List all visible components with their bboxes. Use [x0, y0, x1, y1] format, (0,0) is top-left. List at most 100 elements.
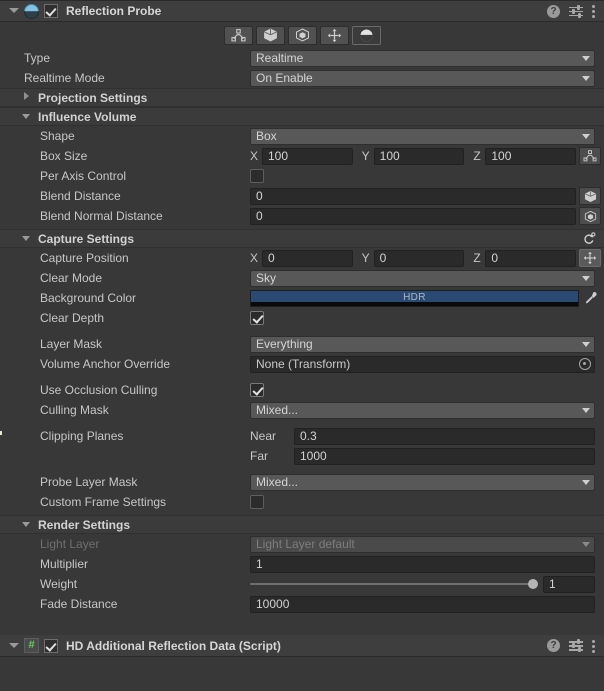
- chevron-down-icon: [582, 480, 590, 485]
- blend-normal-distance-edit-icon[interactable]: [288, 26, 317, 45]
- chevron-down-icon: [582, 56, 590, 61]
- axis-label-x: X: [250, 251, 262, 265]
- volume-anchor-override-objectfield[interactable]: None (Transform): [250, 356, 595, 373]
- row-probe-layer-mask: Probe Layer Mask Mixed...: [0, 472, 604, 492]
- capture-position-y-input[interactable]: 0: [374, 250, 465, 267]
- field-background-color: HDR: [250, 290, 604, 307]
- component-enabled-checkbox[interactable]: [44, 4, 58, 18]
- label-volume-anchor-override: Volume Anchor Override: [0, 357, 250, 371]
- help-icon[interactable]: ?: [547, 5, 560, 18]
- section-influence-volume[interactable]: Influence Volume: [0, 107, 604, 126]
- preset-icon[interactable]: [569, 639, 583, 652]
- label-far: Far: [250, 449, 294, 463]
- chevron-down-icon: [582, 542, 590, 547]
- field-clipping-planes-near: Near 0.3: [250, 428, 604, 445]
- shape-dropdown[interactable]: Box: [250, 128, 595, 145]
- box-size-z-input[interactable]: 100: [485, 148, 576, 165]
- kebab-menu-icon[interactable]: [592, 639, 596, 653]
- box-size-x-input[interactable]: 100: [262, 148, 353, 165]
- axis-label-z: Z: [473, 251, 485, 265]
- field-type: Realtime: [250, 50, 604, 67]
- reflection-probe-icon: [24, 4, 39, 19]
- eyedropper-icon[interactable]: [581, 290, 601, 307]
- component-header-reflection-probe[interactable]: Reflection Probe ?: [0, 0, 604, 22]
- axis-label-y: Y: [362, 251, 374, 265]
- chevron-right-icon[interactable]: [22, 92, 33, 103]
- per-axis-control-checkbox[interactable]: [250, 169, 264, 183]
- label-near: Near: [250, 429, 294, 443]
- chevron-down-icon: [582, 134, 590, 139]
- type-dropdown-value: Realtime: [256, 51, 303, 65]
- probe-preview-icon[interactable]: [352, 26, 381, 45]
- realtime-mode-dropdown[interactable]: On Enable: [250, 70, 595, 87]
- section-render-settings[interactable]: Render Settings: [0, 515, 604, 534]
- box-size-edit-icon[interactable]: [579, 147, 601, 165]
- kebab-menu-icon[interactable]: [592, 4, 596, 18]
- object-picker-icon[interactable]: [579, 358, 591, 370]
- field-realtime-mode: On Enable: [250, 70, 604, 87]
- slider-handle[interactable]: [528, 579, 538, 589]
- box-size-y-input[interactable]: 100: [374, 148, 465, 165]
- fade-distance-input[interactable]: 10000: [250, 596, 595, 613]
- custom-frame-settings-checkbox[interactable]: [250, 495, 264, 509]
- realtime-mode-value: On Enable: [256, 71, 313, 85]
- bake-refresh-icon[interactable]: [582, 232, 596, 246]
- blend-distance-edit-icon[interactable]: [579, 187, 601, 205]
- foldout-arrow-icon[interactable]: [8, 640, 20, 652]
- multiplier-input[interactable]: 1: [250, 556, 595, 573]
- capture-position-x-group: X 0: [250, 250, 353, 267]
- clear-mode-dropdown[interactable]: Sky: [250, 270, 595, 287]
- label-clear-depth: Clear Depth: [0, 311, 250, 325]
- row-clear-mode: Clear Mode Sky: [0, 268, 604, 288]
- section-capture-settings[interactable]: Capture Settings: [0, 229, 604, 248]
- field-custom-frame-settings: [250, 495, 604, 509]
- weight-input[interactable]: 1: [543, 576, 595, 593]
- preset-icon[interactable]: [569, 5, 583, 18]
- row-clipping-planes-near: Clipping Planes Near 0.3: [0, 426, 604, 446]
- type-dropdown[interactable]: Realtime: [250, 50, 595, 67]
- blend-distance-input[interactable]: 0: [250, 188, 576, 205]
- field-culling-mask: Mixed...: [250, 402, 604, 419]
- capture-position-edit-icon[interactable]: [320, 26, 349, 45]
- component-enabled-checkbox[interactable]: [44, 639, 58, 653]
- clipping-far-input[interactable]: 1000: [294, 448, 595, 465]
- label-shape: Shape: [0, 129, 250, 143]
- capture-position-z-input[interactable]: 0: [485, 250, 576, 267]
- help-icon[interactable]: ?: [547, 639, 560, 652]
- gizmo-toolbar: [224, 26, 381, 45]
- section-projection-settings[interactable]: Projection Settings: [0, 88, 604, 107]
- blend-normal-distance-edit-icon[interactable]: [579, 207, 601, 225]
- row-clear-depth: Clear Depth: [0, 308, 604, 328]
- clear-depth-checkbox[interactable]: [250, 311, 264, 325]
- clipping-near-input[interactable]: 0.3: [294, 428, 595, 445]
- box-size-z-value: 100: [491, 149, 511, 163]
- field-clear-depth: [250, 311, 604, 325]
- use-occlusion-culling-checkbox[interactable]: [250, 383, 264, 397]
- capture-position-x-input[interactable]: 0: [262, 250, 353, 267]
- influence-volume-edit-icon[interactable]: [224, 26, 253, 45]
- layer-mask-value: Everything: [256, 337, 313, 351]
- capture-position-edit-icon[interactable]: [579, 249, 601, 267]
- script-icon: #: [24, 638, 39, 653]
- component-title: Reflection Probe: [66, 4, 161, 18]
- field-per-axis-control: [250, 169, 604, 183]
- clipping-near-value: 0.3: [300, 429, 317, 443]
- field-weight: 1: [250, 576, 604, 593]
- component-header-hd-additional-reflection-data[interactable]: # HD Additional Reflection Data (Script)…: [0, 635, 604, 657]
- blend-normal-distance-input[interactable]: 0: [250, 208, 576, 225]
- probe-layer-mask-dropdown[interactable]: Mixed...: [250, 474, 595, 491]
- field-layer-mask: Everything: [250, 336, 604, 353]
- chevron-down-icon[interactable]: [22, 111, 33, 122]
- hdr-label: HDR: [251, 292, 578, 303]
- background-color-swatch[interactable]: HDR: [250, 290, 579, 307]
- layer-mask-dropdown[interactable]: Everything: [250, 336, 595, 353]
- chevron-down-icon[interactable]: [22, 519, 33, 530]
- culling-mask-dropdown[interactable]: Mixed...: [250, 402, 595, 419]
- field-multiplier: 1: [250, 556, 604, 573]
- blend-distance-edit-icon[interactable]: [256, 26, 285, 45]
- row-blend-normal-distance: Blend Normal Distance 0: [0, 206, 604, 226]
- weight-slider[interactable]: [250, 577, 538, 591]
- foldout-arrow-icon[interactable]: [8, 5, 20, 17]
- chevron-down-icon[interactable]: [22, 233, 33, 244]
- field-shape: Box: [250, 128, 604, 145]
